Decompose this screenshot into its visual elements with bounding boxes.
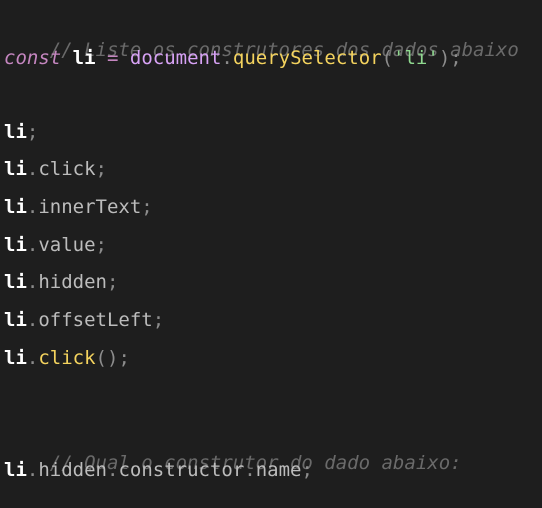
dot-punctuation: . xyxy=(26,309,39,331)
call-parens: () xyxy=(95,347,119,369)
dot-punctuation: . xyxy=(26,196,39,218)
semicolon: ; xyxy=(106,271,119,293)
semicolon: ; xyxy=(141,196,153,218)
keyword-const: const xyxy=(4,47,62,69)
variable-li: li xyxy=(4,309,27,331)
dot-punctuation: . xyxy=(106,459,119,481)
open-paren: ( xyxy=(381,47,394,69)
variable-li: li xyxy=(4,121,27,143)
property-click: click xyxy=(38,158,96,180)
dot-punctuation: . xyxy=(26,158,39,180)
dot-punctuation: . xyxy=(244,459,256,481)
document-object: document xyxy=(129,47,222,69)
code-line-7: li.value; xyxy=(4,230,107,260)
code-line-8: li.hidden; xyxy=(4,267,118,297)
code-line-5: li.click; xyxy=(4,154,107,184)
code-line-12: // Qual o construtor do dado abaixo: xyxy=(4,418,462,474)
semicolon: ; xyxy=(450,47,462,69)
semicolon: ; xyxy=(95,158,107,180)
property-value: value xyxy=(38,234,96,256)
semicolon: ; xyxy=(301,459,313,481)
property-constructor: constructor xyxy=(118,459,245,481)
property-offsetleft: offsetLeft xyxy=(38,309,153,331)
code-editor[interactable]: // Liste os construtores dos dados abaix… xyxy=(0,0,542,487)
close-paren: ) xyxy=(438,47,451,69)
dot-punctuation: . xyxy=(26,234,39,256)
assign-operator: = xyxy=(107,47,119,69)
property-hidden: hidden xyxy=(38,459,107,481)
code-line-2: const li = document.querySelector('li'); xyxy=(4,43,462,73)
semicolon: ; xyxy=(152,309,165,331)
property-hidden: hidden xyxy=(38,271,107,293)
dot-punctuation: . xyxy=(221,47,233,69)
code-line-10: li.click(); xyxy=(4,343,130,373)
method-click: click xyxy=(38,347,96,369)
property-innertext: innerText xyxy=(38,196,142,218)
code-line-6: li.innerText; xyxy=(4,192,153,222)
property-name: name xyxy=(255,459,302,481)
variable-li: li xyxy=(4,347,27,369)
string-literal: 'li' xyxy=(393,47,439,69)
code-line-4: li; xyxy=(4,117,38,147)
semicolon: ; xyxy=(26,121,39,143)
variable-li: li xyxy=(4,271,27,293)
variable-li: li xyxy=(4,459,27,481)
variable-li: li xyxy=(4,196,27,218)
variable-li: li xyxy=(4,158,27,180)
semicolon: ; xyxy=(95,234,107,256)
semicolon: ; xyxy=(118,347,130,369)
dot-punctuation: . xyxy=(26,347,39,369)
code-line-13: li.hidden.constructor.name; xyxy=(4,455,313,485)
dot-punctuation: . xyxy=(26,271,39,293)
dot-punctuation: . xyxy=(26,459,39,481)
variable-li: li xyxy=(4,234,27,256)
variable-li: li xyxy=(72,47,96,69)
code-line-9: li.offsetLeft; xyxy=(4,305,164,335)
code-line-1: // Liste os construtores dos dados abaix… xyxy=(4,5,519,61)
method-queryselector: querySelector xyxy=(232,47,382,69)
